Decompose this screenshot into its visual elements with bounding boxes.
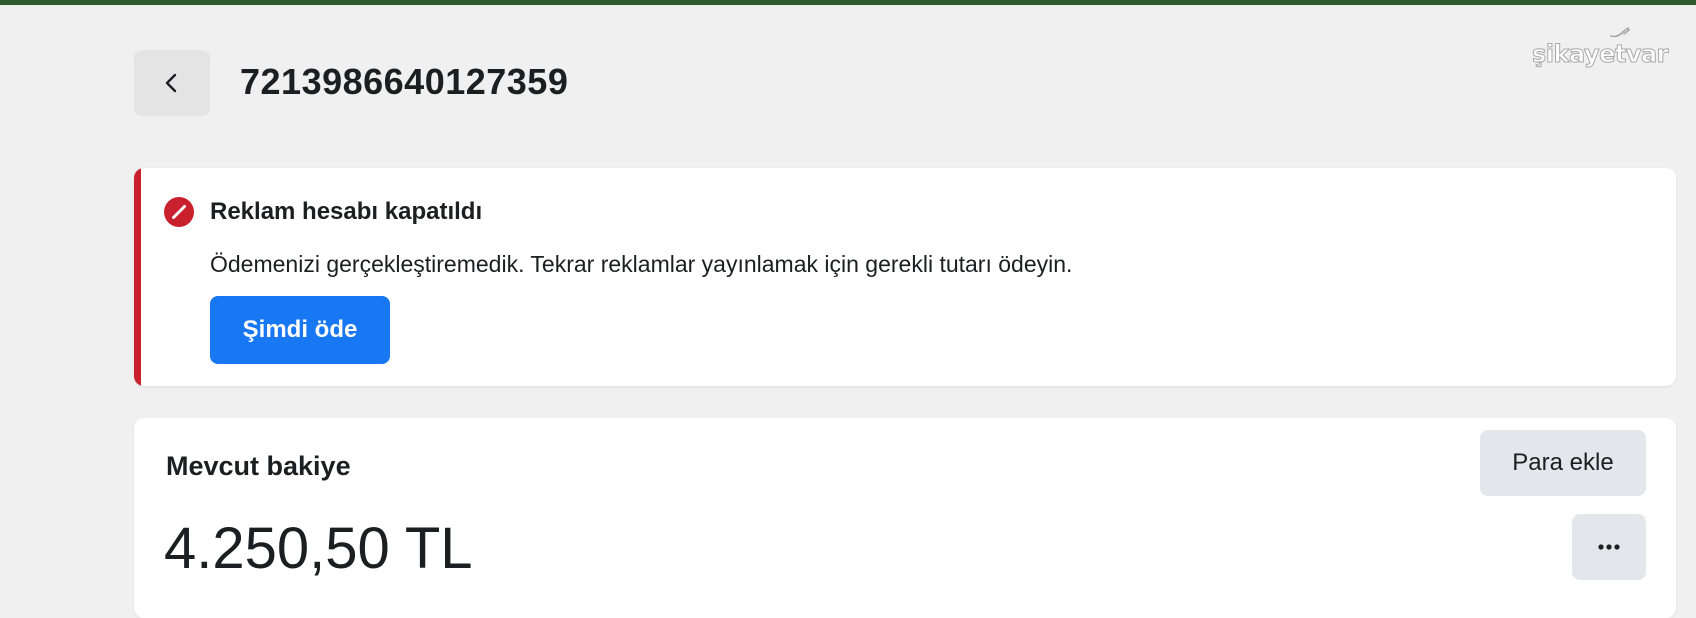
- top-accent-strip: [0, 0, 1696, 5]
- alert-accent-bar: [134, 168, 141, 386]
- add-money-button[interactable]: Para ekle: [1480, 430, 1646, 496]
- more-horizontal-icon: [1598, 544, 1620, 550]
- pay-now-button[interactable]: Şimdi öde: [210, 296, 390, 364]
- page-title: 7213986640127359: [240, 61, 569, 102]
- back-button[interactable]: [134, 50, 210, 116]
- balance-card: Mevcut bakiye 4.250,50 TL Para ekle: [134, 418, 1676, 618]
- pen-icon: [1610, 26, 1631, 38]
- alert-title: Reklam hesabı kapatıldı: [210, 198, 483, 225]
- more-options-button[interactable]: [1572, 514, 1646, 580]
- prohibited-icon: [164, 197, 194, 227]
- account-closed-alert: Reklam hesabı kapatıldı Ödemenizi gerçek…: [134, 168, 1676, 386]
- balance-amount: 4.250,50 TL: [164, 516, 473, 581]
- watermark-logo: şikayetvar: [1530, 18, 1670, 76]
- balance-label: Mevcut bakiye: [166, 451, 351, 481]
- chevron-left-icon: [165, 73, 177, 93]
- alert-message: Ödemenizi gerçekleştiremedik. Tekrar rek…: [210, 251, 1073, 277]
- watermark-text: şikayetvar: [1532, 40, 1670, 69]
